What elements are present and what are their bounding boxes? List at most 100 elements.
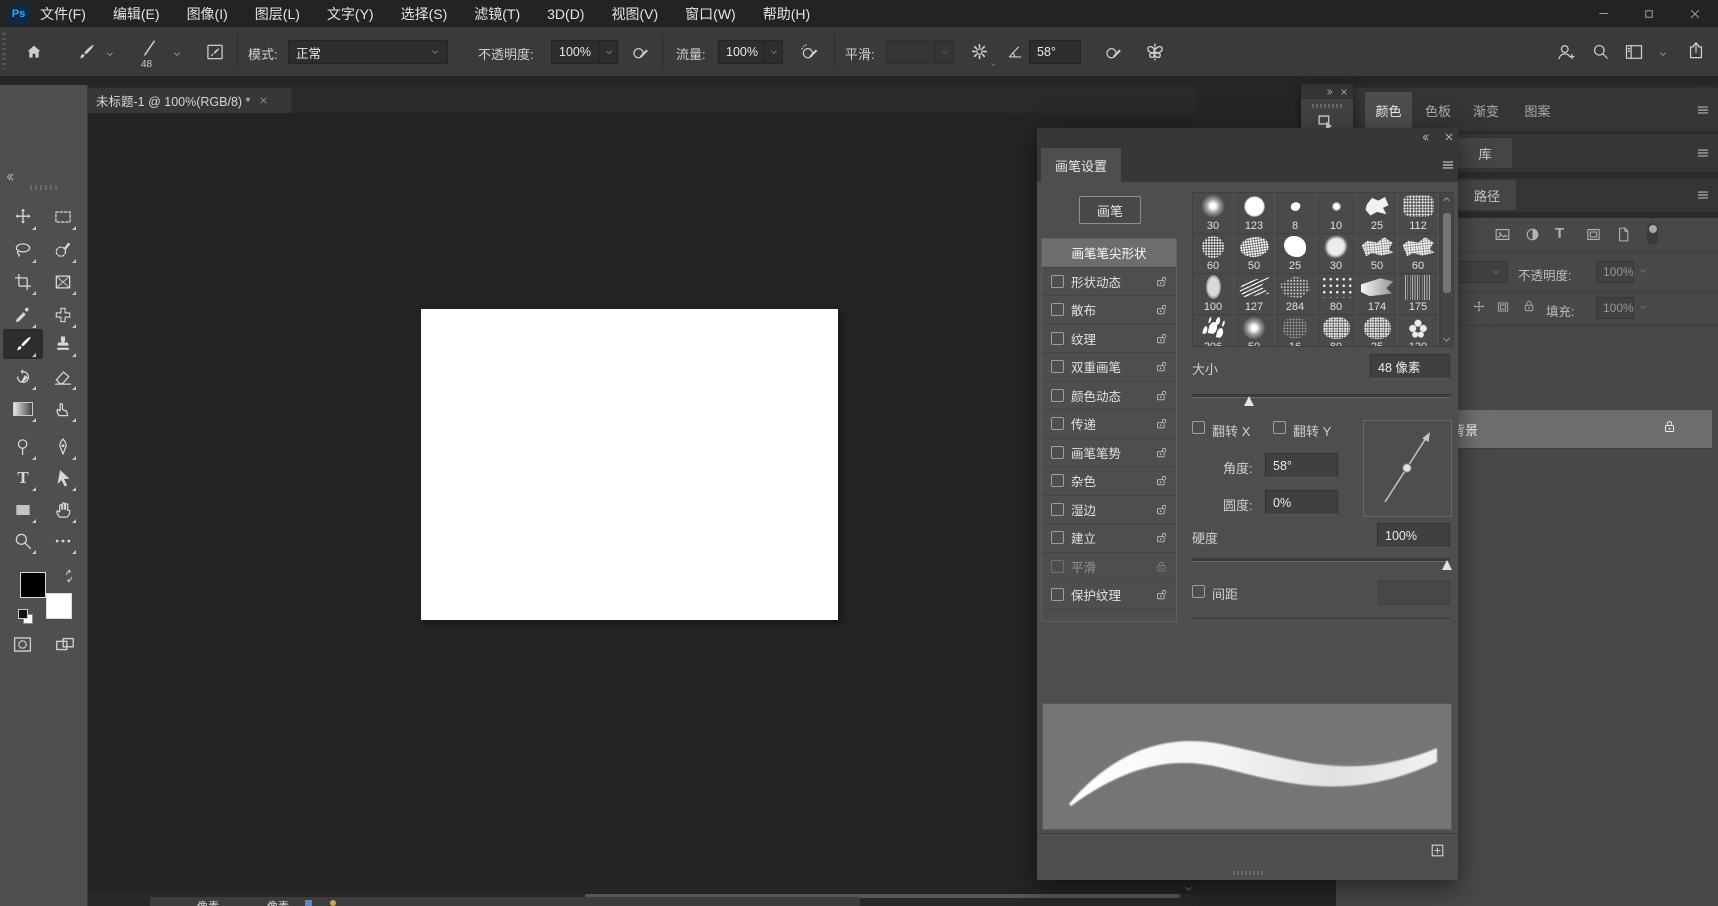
collapse-panel-icon[interactable] — [1421, 133, 1430, 142]
dodge-tool[interactable] — [9, 433, 37, 461]
flow-chevron[interactable] — [765, 40, 783, 64]
brush-tip-cell[interactable]: 206 — [1193, 315, 1234, 348]
brush-option-row[interactable]: 纹理 — [1042, 325, 1176, 354]
minimize-button[interactable] — [1580, 0, 1626, 27]
tab-colors-active[interactable]: 颜色 — [1365, 92, 1412, 128]
lock-open-icon[interactable] — [1155, 531, 1168, 544]
toggle-brush-panel-icon[interactable] — [205, 42, 225, 62]
libraries-panel-menu-icon[interactable] — [1696, 146, 1710, 160]
share-icon[interactable] — [1686, 41, 1706, 61]
close-button[interactable] — [1672, 0, 1718, 27]
brush-option-checkbox[interactable] — [1051, 588, 1064, 601]
rectangle-tool[interactable] — [9, 496, 37, 524]
brush-tip-cell[interactable]: 120 — [1398, 315, 1439, 348]
angle-preview[interactable] — [1363, 420, 1452, 517]
move-tool[interactable] — [9, 203, 37, 231]
menu-item[interactable]: 图像(I) — [187, 4, 228, 24]
brush-tip-cell[interactable]: 60 — [1398, 234, 1439, 275]
scroll-down-icon[interactable] — [1183, 883, 1194, 894]
opacity-chevron[interactable] — [600, 40, 618, 64]
lock-open-icon[interactable] — [1155, 275, 1168, 288]
eraser-tool[interactable] — [49, 363, 77, 391]
brush-tip-cell[interactable]: 127 — [1234, 274, 1275, 315]
brush-option-row[interactable]: 画笔笔势 — [1042, 439, 1176, 468]
brush-tip-cell[interactable]: 112 — [1398, 193, 1439, 234]
mode-dropdown[interactable]: 正常 — [288, 40, 448, 64]
menu-item[interactable]: 图层(L) — [255, 4, 300, 24]
lock-open-icon[interactable] — [1155, 417, 1168, 430]
airbrush-icon[interactable] — [800, 42, 820, 62]
brush-option-row[interactable]: 建立 — [1042, 524, 1176, 553]
flow-field[interactable]: 100% — [718, 40, 765, 64]
filter-shape-icon[interactable] — [1585, 226, 1602, 243]
tab-panel[interactable]: 色板 — [1417, 92, 1459, 128]
tab-panel[interactable]: 图案 — [1515, 92, 1560, 128]
opacity-pressure-icon[interactable] — [631, 42, 651, 62]
size-slider-thumb[interactable] — [1244, 396, 1254, 406]
brush-option-checkbox[interactable] — [1051, 417, 1064, 430]
tool-preset-chevron-icon[interactable] — [105, 49, 115, 59]
patch-tool[interactable] — [49, 301, 77, 329]
lock-open-icon[interactable] — [1155, 389, 1168, 402]
filter-type-icon[interactable]: T — [1555, 225, 1564, 242]
brush-tip-cell[interactable]: 25 — [1357, 315, 1398, 348]
flip-x-checkbox[interactable] — [1192, 421, 1205, 434]
menu-item[interactable]: 帮助(H) — [763, 4, 810, 24]
tab-panel[interactable]: 渐变 — [1462, 92, 1510, 128]
angle-field[interactable]: 58° — [1265, 453, 1338, 478]
brush-option-checkbox[interactable] — [1051, 332, 1064, 345]
lock-open-icon[interactable] — [1155, 588, 1168, 601]
brush-tip-cell[interactable]: 30 — [1316, 234, 1357, 275]
brush-tip-cell[interactable]: 30 — [1193, 193, 1234, 234]
clone-stamp-tool[interactable] — [49, 330, 77, 358]
brush-option-row[interactable]: 平滑 — [1042, 553, 1176, 582]
brush-option-checkbox[interactable] — [1051, 446, 1064, 459]
filter-toggle-icon[interactable] — [1647, 223, 1658, 245]
frame-tool[interactable] — [49, 268, 77, 296]
lock-artboard-icon[interactable] — [1496, 300, 1510, 314]
quick-selection-tool[interactable] — [49, 236, 77, 264]
menu-item[interactable]: 滤镜(T) — [474, 4, 520, 24]
brush-tip-cell[interactable]: 50 — [1357, 234, 1398, 275]
brush-option-row[interactable]: 散布 — [1042, 296, 1176, 325]
brush-tip-cell[interactable]: 80 — [1316, 274, 1357, 315]
close-panel-icon[interactable] — [1444, 132, 1454, 142]
menu-item[interactable]: 选择(S) — [401, 4, 448, 24]
paths-panel-menu-icon[interactable] — [1696, 188, 1710, 202]
marquee-tool[interactable] — [49, 203, 77, 231]
brush-tip-cell[interactable]: 25 — [1275, 234, 1316, 275]
size-slider[interactable] — [1192, 394, 1450, 398]
hand-tool[interactable] — [49, 496, 77, 524]
brush-angle-field[interactable]: 58° — [1029, 40, 1081, 64]
workspace-chevron-icon[interactable] — [1658, 49, 1668, 59]
brush-tip-cell[interactable]: 50 — [1234, 234, 1275, 275]
brush-tip-cell[interactable]: 123 — [1234, 193, 1275, 234]
filter-image-icon[interactable] — [1494, 226, 1511, 243]
history-brush-tool[interactable] — [9, 363, 37, 391]
brush-panel-menu-icon[interactable] — [1441, 158, 1455, 172]
lock-all-icon[interactable] — [1522, 299, 1536, 313]
tool-preset-brush-icon[interactable] — [76, 42, 96, 62]
color-panel-menu-icon[interactable] — [1696, 103, 1710, 117]
flip-y-checkbox[interactable] — [1273, 421, 1286, 434]
brush-option-checkbox[interactable] — [1051, 474, 1064, 487]
roundness-field[interactable]: 0% — [1265, 490, 1338, 515]
canvas-area[interactable]: 像素 像素 — [88, 113, 1197, 906]
brush-preview-chevron-icon[interactable] — [172, 49, 182, 59]
menu-item[interactable]: 视图(V) — [611, 4, 658, 24]
size-field[interactable]: 48 像素 — [1370, 354, 1450, 379]
menu-item[interactable]: 文件(F) — [40, 4, 86, 24]
brush-option-checkbox[interactable] — [1051, 360, 1064, 373]
gradient-tool[interactable] — [9, 395, 37, 423]
brush-option-checkbox[interactable] — [1051, 389, 1064, 402]
workspace-icon[interactable] — [1624, 42, 1644, 62]
lock-closed-icon[interactable] — [1155, 560, 1168, 573]
brush-option-checkbox[interactable] — [1051, 275, 1064, 288]
brush-tip-cell[interactable]: 50 — [1234, 315, 1275, 348]
menu-item[interactable]: 窗口(W) — [685, 4, 736, 24]
brush-tip-cell[interactable]: 60 — [1193, 234, 1234, 275]
more-tools[interactable] — [49, 527, 77, 555]
brush-tip-cell[interactable]: 25 — [1357, 193, 1398, 234]
panel-grip[interactable] — [1312, 104, 1342, 108]
brush-option-checkbox[interactable] — [1051, 503, 1064, 516]
